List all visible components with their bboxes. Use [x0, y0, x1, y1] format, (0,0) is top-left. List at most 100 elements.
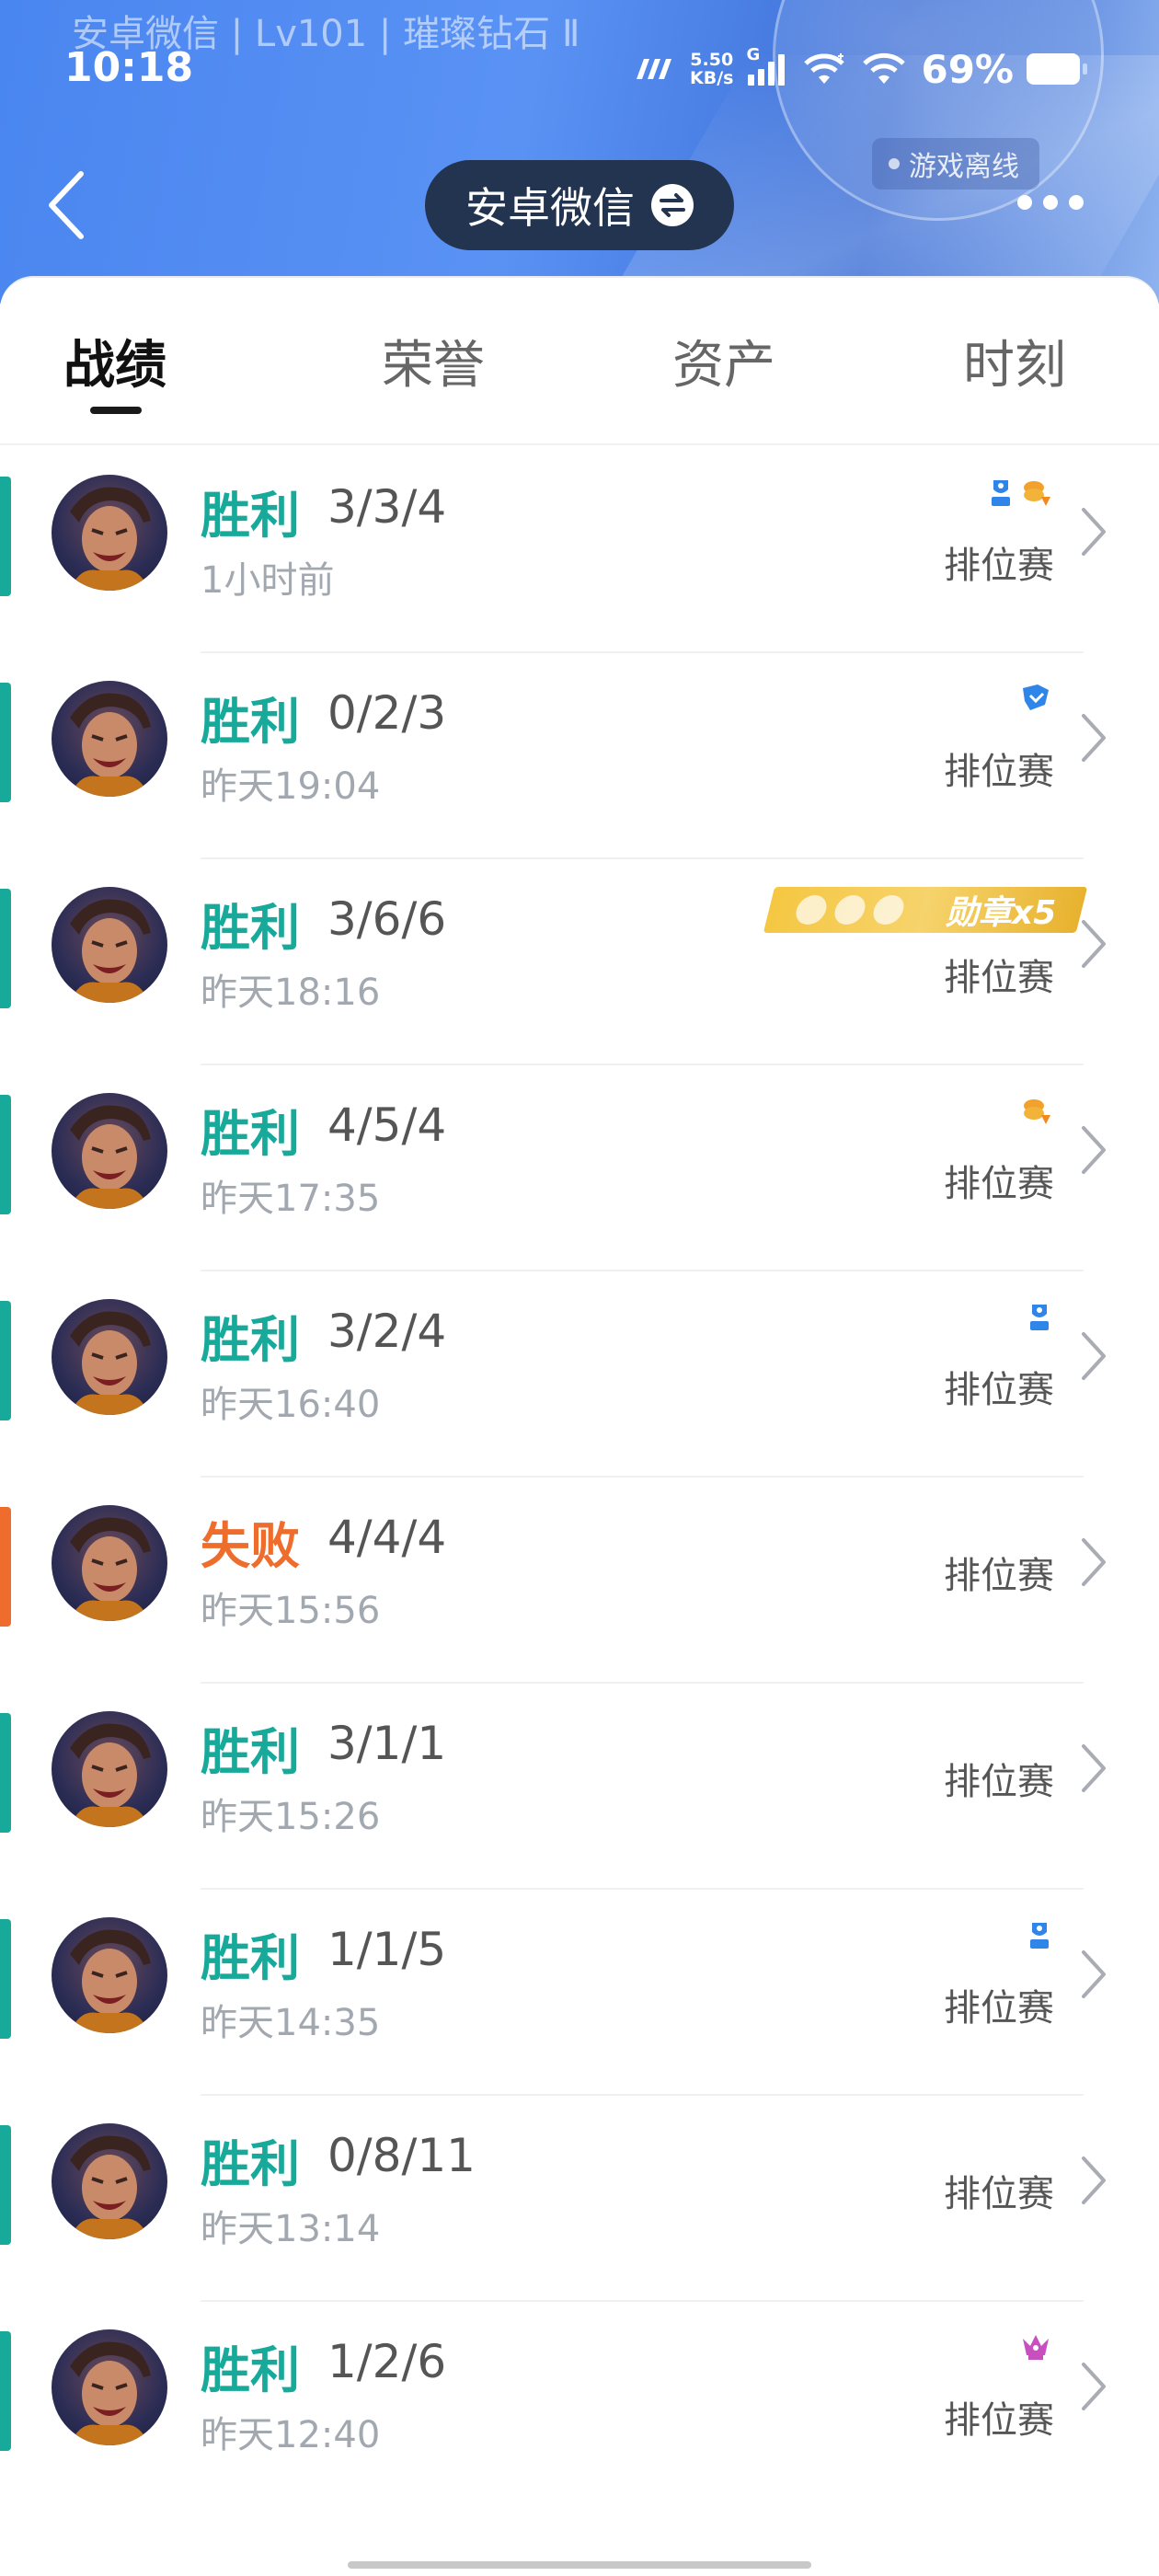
match-mode: 排位赛 — [944, 545, 1054, 587]
match-result: 胜利 — [201, 1311, 300, 1369]
match-row[interactable]: 胜利 4/5/4 昨天17:35 排位赛 — [0, 1065, 1159, 1271]
match-kda: 1/1/5 — [327, 1923, 447, 1976]
match-mode: 排位赛 — [944, 957, 1054, 999]
match-time: 昨天12:40 — [201, 2414, 381, 2456]
hero-avatar — [52, 2329, 167, 2445]
match-mode: 排位赛 — [944, 1987, 1054, 2030]
match-row[interactable]: 失败 4/4/4 昨天15:56 排位赛 — [0, 1478, 1159, 1684]
match-row[interactable]: 胜利 3/3/4 1小时前 排位赛 — [0, 447, 1159, 653]
status-dot-icon — [889, 158, 900, 169]
back-button[interactable] — [46, 164, 101, 247]
match-time: 昨天15:26 — [201, 1796, 381, 1838]
mvp-blue-icon — [1030, 1305, 1049, 1330]
match-mode: 排位赛 — [944, 2173, 1054, 2215]
match-time: 昨天16:40 — [201, 1384, 381, 1426]
chevron-left-icon — [49, 171, 84, 239]
swap-icon — [651, 184, 694, 226]
home-indicator[interactable] — [348, 2561, 811, 2569]
hero-avatar — [52, 1711, 167, 1827]
more-dot-icon — [1043, 195, 1058, 210]
match-time: 昨天18:16 — [201, 972, 381, 1014]
result-indicator-bar — [0, 1095, 11, 1214]
medal-mini-icon — [793, 895, 830, 925]
gold-coin-icon — [1024, 481, 1050, 506]
tab-moments[interactable]: 时刻 — [946, 324, 1084, 398]
result-indicator-bar — [0, 1713, 11, 1833]
result-indicator-bar — [0, 2125, 11, 2245]
purple-crown-icon — [1023, 2335, 1049, 2360]
match-result: 胜利 — [201, 2135, 300, 2193]
match-row[interactable]: 胜利 1/2/6 昨天12:40 排位赛 — [0, 2302, 1159, 2508]
status-icons: 5.50 KB/s G 69% — [631, 45, 1087, 92]
tab-honors[interactable]: 荣誉 — [364, 324, 502, 398]
hero-avatar — [52, 681, 167, 797]
match-badges — [1019, 2331, 1052, 2363]
match-time: 昨天17:35 — [201, 1178, 381, 1220]
match-row[interactable]: 胜利 0/8/11 昨天13:14 排位赛 — [0, 2096, 1159, 2302]
more-dot-icon — [1069, 195, 1084, 210]
mvp-blue-icon — [992, 480, 1010, 506]
wifi-icon — [804, 53, 845, 84]
match-result: 胜利 — [201, 693, 300, 751]
medal-count: 勋章x5 — [945, 894, 1056, 932]
match-mode: 排位赛 — [944, 751, 1054, 793]
result-indicator-bar — [0, 683, 11, 802]
hero-avatar — [52, 1917, 167, 2033]
chevron-right-icon — [1082, 920, 1106, 968]
battery-icon — [1027, 53, 1087, 85]
match-badges — [1021, 1095, 1052, 1126]
medal-mini-icon — [832, 895, 868, 925]
hero-avatar — [52, 475, 167, 591]
match-mode: 排位赛 — [944, 1555, 1054, 1597]
match-kda: 4/5/4 — [327, 1098, 447, 1152]
hero-avatar — [52, 1093, 167, 1209]
hero-avatar — [52, 1299, 167, 1415]
match-row[interactable]: 胜利 0/2/3 昨天19:04 排位赛 — [0, 653, 1159, 859]
match-time: 昨天14:35 — [201, 2002, 381, 2044]
result-indicator-bar — [0, 1919, 11, 2039]
match-badges — [988, 477, 1052, 508]
content-card: 战绩 荣誉 资产 时刻 胜利 3/3/4 1小时前 排位赛 胜利 0/2/3 昨… — [0, 276, 1159, 2576]
result-indicator-bar — [0, 1507, 11, 1627]
gold-coin-icon — [1024, 1099, 1050, 1124]
chevron-right-icon — [1082, 1538, 1106, 1586]
account-name: 安卓微信 — [465, 183, 635, 233]
match-mode: 排位赛 — [944, 2399, 1054, 2442]
network-speed: 5.50 KB/s — [690, 51, 733, 87]
more-dot-icon — [1017, 195, 1032, 210]
match-kda: 1/2/6 — [327, 2335, 447, 2388]
tab-assets[interactable]: 资产 — [655, 324, 793, 398]
match-result: 胜利 — [201, 899, 300, 957]
chevron-right-icon — [1082, 2363, 1106, 2410]
chevron-right-icon — [1082, 2156, 1106, 2204]
chevron-right-icon — [1082, 1126, 1106, 1174]
hero-avatar — [52, 887, 167, 1003]
match-kda: 3/6/6 — [327, 892, 447, 946]
chevron-right-icon — [1082, 714, 1106, 762]
tab-records[interactable]: 战绩 — [46, 324, 184, 398]
match-kda: 3/1/1 — [327, 1717, 447, 1770]
match-badges — [1027, 1301, 1052, 1332]
chevron-right-icon — [1082, 1744, 1106, 1792]
chevron-right-icon — [1082, 1332, 1106, 1380]
match-time: 昨天15:56 — [201, 1590, 381, 1632]
match-mode: 排位赛 — [944, 1163, 1054, 1205]
match-mode: 排位赛 — [944, 1369, 1054, 1411]
medal-mini-icon — [870, 895, 907, 925]
tab-bar: 战绩 荣誉 资产 时刻 — [0, 278, 1159, 445]
profile-header: 安卓微信 | Lv101 | 璀璨钻石 Ⅱ 10:18 5.50 KB/s G — [0, 0, 1159, 304]
more-options-button[interactable] — [1017, 184, 1091, 221]
match-row[interactable]: 胜利 3/6/6 昨天18:16 勋章x5 排位赛 — [0, 859, 1159, 1065]
blue-shield-icon — [1023, 684, 1049, 710]
match-badges — [1027, 1919, 1052, 1950]
match-time: 昨天13:14 — [201, 2208, 381, 2250]
account-switch-button[interactable]: 安卓微信 — [425, 160, 734, 250]
match-row[interactable]: 胜利 1/1/5 昨天14:35 排位赛 — [0, 1890, 1159, 2096]
match-result: 胜利 — [201, 1929, 300, 1987]
battery-percentage: 69% — [921, 46, 1014, 92]
match-row[interactable]: 胜利 3/1/1 昨天15:26 排位赛 — [0, 1684, 1159, 1890]
match-row[interactable]: 胜利 3/2/4 昨天16:40 排位赛 — [0, 1271, 1159, 1478]
game-status-label: 游戏离线 — [909, 151, 1019, 183]
result-indicator-bar — [0, 477, 11, 596]
active-tab-indicator — [90, 407, 142, 414]
